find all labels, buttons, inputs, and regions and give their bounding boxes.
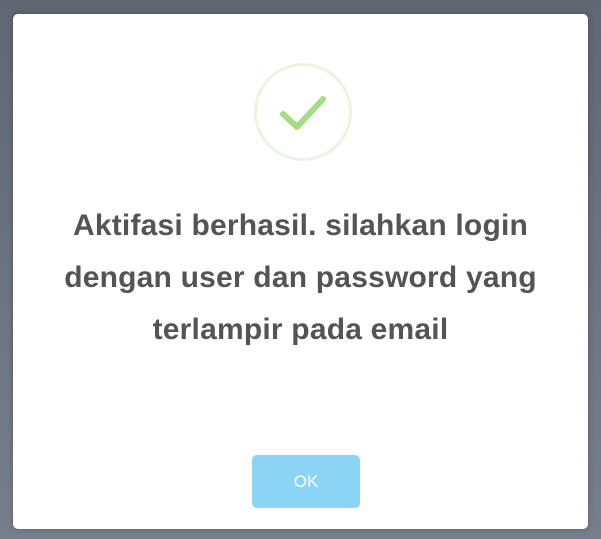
ok-button[interactable]: OK <box>252 455 360 508</box>
success-dialog: Aktifasi berhasil. silahkan login dengan… <box>13 14 588 529</box>
dialog-message: Aktifasi berhasil. silahkan login dengan… <box>64 209 537 346</box>
checkmark-success-icon <box>254 63 352 161</box>
